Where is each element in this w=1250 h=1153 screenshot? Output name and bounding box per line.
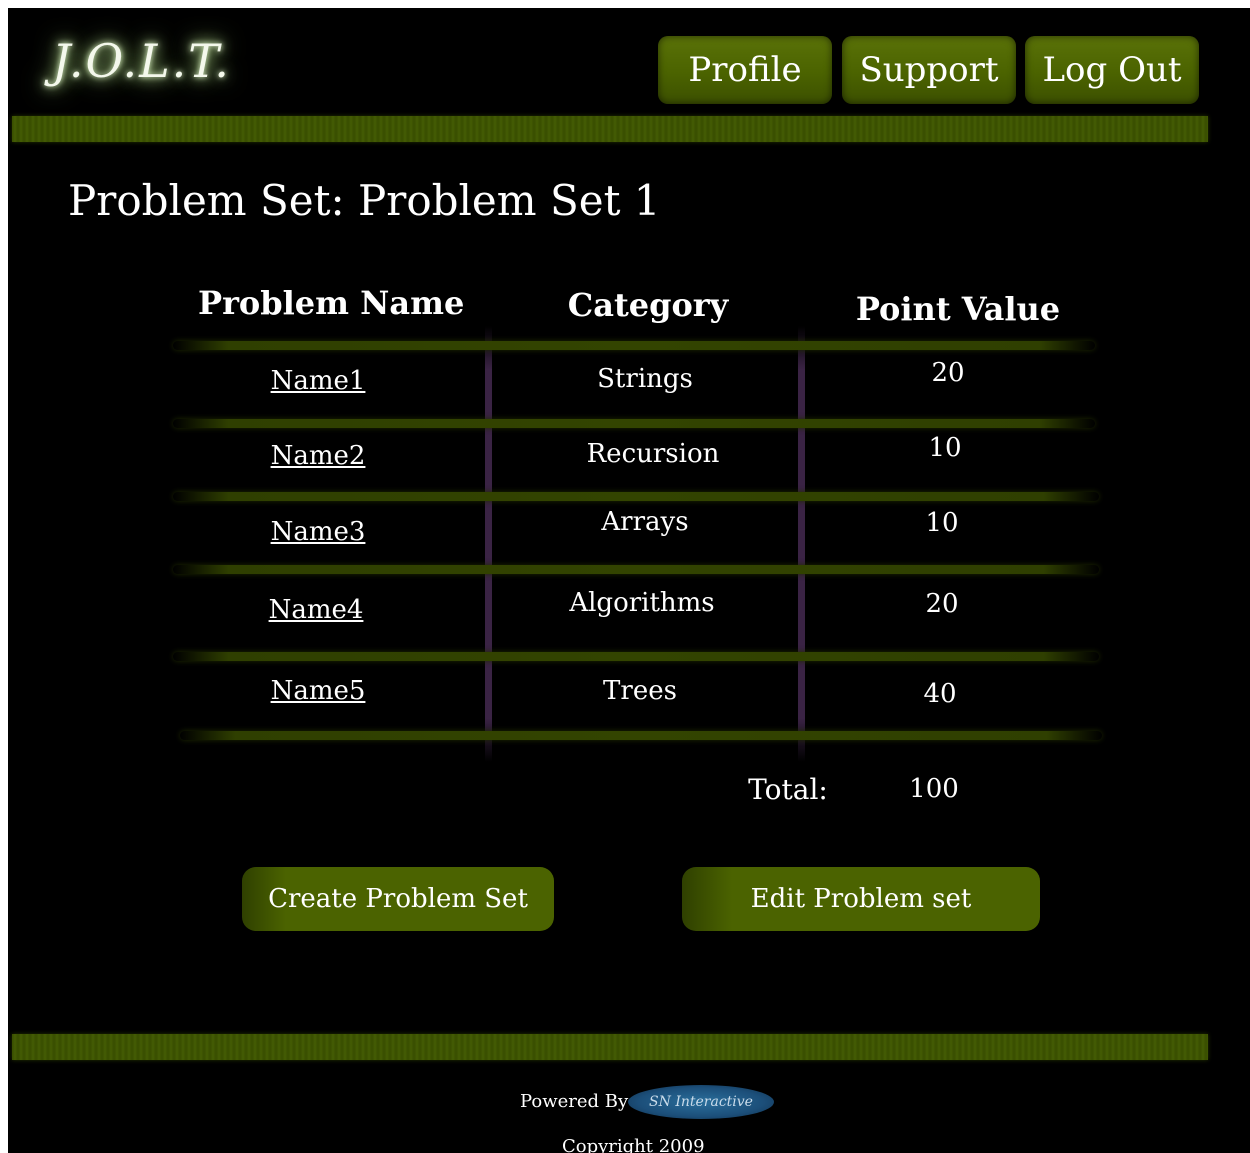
column-divider: [485, 326, 492, 762]
row-separator: [180, 731, 1102, 740]
row-separator: [173, 341, 1095, 350]
copyright-text: Copyright 2009: [562, 1136, 705, 1153]
page-title: Problem Set: Problem Set 1: [68, 176, 661, 225]
column-header-point-value: Point Value: [855, 290, 1061, 328]
point-value-cell: 10: [928, 433, 962, 463]
problem-name-link[interactable]: Name4: [236, 595, 396, 625]
footer-divider-bar: [12, 1034, 1208, 1060]
powered-by-label: Powered By: [520, 1091, 629, 1112]
header-divider-bar: [12, 116, 1208, 142]
column-header-problem-name: Problem Name: [198, 284, 465, 322]
total-value: 100: [909, 774, 959, 804]
row-separator: [173, 565, 1099, 574]
column-divider: [798, 326, 805, 762]
jolt-logo[interactable]: J.O.L.T.: [52, 34, 231, 88]
row-separator: [173, 419, 1095, 428]
problem-name-link[interactable]: Name2: [238, 441, 398, 471]
point-value-cell: 20: [925, 589, 959, 619]
total-label: Total:: [748, 773, 828, 806]
point-value-cell: 10: [925, 508, 959, 538]
category-cell: Recursion: [586, 439, 720, 469]
category-cell: Trees: [603, 676, 677, 706]
edit-problem-set-button[interactable]: Edit Problem set: [682, 867, 1040, 931]
problem-name-link[interactable]: Name5: [238, 676, 398, 706]
problem-name-link[interactable]: Name3: [238, 517, 398, 547]
row-separator: [173, 492, 1099, 501]
sponsor-logo[interactable]: SN Interactive: [628, 1085, 774, 1119]
category-cell: Algorithms: [569, 588, 715, 618]
problem-name-link[interactable]: Name1: [238, 366, 398, 396]
nav-profile-button[interactable]: Profile: [658, 36, 832, 104]
category-cell: Arrays: [601, 507, 689, 537]
column-header-category: Category: [567, 286, 729, 324]
sponsor-logo-text: SN Interactive: [649, 1094, 753, 1110]
point-value-cell: 40: [923, 679, 957, 709]
nav-logout-button[interactable]: Log Out: [1025, 36, 1199, 104]
create-problem-set-button[interactable]: Create Problem Set: [242, 867, 554, 931]
point-value-cell: 20: [931, 358, 965, 388]
nav-support-button[interactable]: Support: [842, 36, 1016, 104]
app-frame: J.O.L.T. Profile Support Log Out Problem…: [8, 8, 1250, 1153]
category-cell: Strings: [597, 364, 693, 394]
row-separator: [173, 652, 1099, 661]
